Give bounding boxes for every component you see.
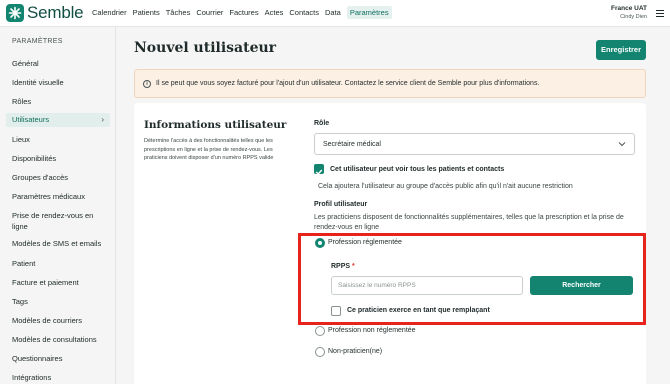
main-nav: Calendrier Patients Tâches Courrier Fact… bbox=[92, 6, 398, 19]
nav-courrier[interactable]: Courrier bbox=[196, 8, 223, 19]
sidebar-item-groupes-acces[interactable]: Groupes d'accès bbox=[6, 171, 110, 185]
nav-actes[interactable]: Actes bbox=[265, 8, 284, 19]
checkmark-icon bbox=[315, 169, 323, 176]
brand-name[interactable]: Semble bbox=[27, 3, 84, 23]
user-menu[interactable]: France UAT Cindy Dien bbox=[611, 5, 647, 20]
see-all-patients-help: Cela ajoutera l'utilisateur au groupe d'… bbox=[318, 183, 573, 190]
radio-profession-non-reglementee[interactable] bbox=[315, 326, 325, 336]
nav-patients[interactable]: Patients bbox=[133, 8, 160, 19]
sidebar-item-modeles-sms-emails[interactable]: Modèles de SMS et emails bbox=[6, 237, 110, 251]
save-button[interactable]: Enregistrer bbox=[596, 40, 646, 60]
info-icon: i bbox=[143, 80, 151, 88]
user-name: Cindy Dien bbox=[620, 14, 647, 20]
nav-data[interactable]: Data bbox=[325, 8, 341, 19]
settings-sidebar: PARAMÈTRES Général Identité visuelle Rôl… bbox=[0, 27, 116, 384]
alert-text: Il se peut que vous soyez facturé pour l… bbox=[156, 80, 540, 87]
radio-label-profession-non-reglementee[interactable]: Profession non réglementée bbox=[328, 327, 416, 334]
see-all-patients-label[interactable]: Cet utilisateur peut voir tous les patie… bbox=[330, 166, 504, 173]
radio-label-non-praticien[interactable]: Non-praticien(ne) bbox=[328, 348, 382, 355]
sidebar-item-questionnaires[interactable]: Questionnaires bbox=[6, 352, 110, 366]
sidebar-item-modeles-consultations[interactable]: Modèles de consultations bbox=[6, 333, 110, 347]
highlight-annotation-box bbox=[298, 233, 646, 325]
role-select[interactable]: Secrétaire médical bbox=[314, 133, 635, 155]
sidebar-item-lieux[interactable]: Lieux bbox=[6, 133, 110, 147]
sidebar-item-identite-visuelle[interactable]: Identité visuelle bbox=[6, 76, 110, 90]
sidebar-item-roles[interactable]: Rôles bbox=[6, 95, 110, 109]
sidebar-item-modeles-courriers[interactable]: Modèles de courriers bbox=[6, 314, 110, 328]
chevron-right-icon: › bbox=[101, 115, 104, 124]
sidebar-item-prise-rdv-en-ligne[interactable]: Prise de rendez-vous en ligne bbox=[6, 209, 106, 233]
sidebar-title: PARAMÈTRES bbox=[12, 38, 63, 45]
user-organisation: France UAT bbox=[611, 5, 647, 12]
chevron-down-icon bbox=[618, 142, 626, 147]
sidebar-item-label: Utilisateurs bbox=[12, 115, 50, 124]
nav-contacts[interactable]: Contacts bbox=[289, 8, 319, 19]
sidebar-item-utilisateurs[interactable]: Utilisateurs › bbox=[6, 113, 110, 127]
nav-calendrier[interactable]: Calendrier bbox=[92, 8, 127, 19]
profile-help: Les practiciens disposent de fonctionnal… bbox=[314, 214, 624, 231]
role-select-value: Secrétaire médical bbox=[323, 141, 381, 148]
nav-parametres[interactable]: Paramètres bbox=[346, 6, 392, 19]
nav-taches[interactable]: Tâches bbox=[166, 8, 191, 19]
sidebar-item-integrations[interactable]: Intégrations bbox=[6, 371, 110, 384]
radio-non-praticien[interactable] bbox=[315, 347, 325, 357]
sidebar-item-parametres-medicaux[interactable]: Paramètres médicaux bbox=[6, 190, 110, 204]
sidebar-item-disponibilites[interactable]: Disponibilités bbox=[6, 152, 110, 166]
sidebar-item-tags[interactable]: Tags bbox=[6, 295, 110, 309]
semble-logo-icon[interactable] bbox=[6, 4, 24, 22]
hamburger-menu-icon[interactable] bbox=[656, 10, 664, 17]
profile-label: Profil utilisateur bbox=[314, 201, 368, 208]
nav-factures[interactable]: Factures bbox=[229, 8, 258, 19]
sidebar-item-facture-paiement[interactable]: Facture et paiement bbox=[6, 276, 110, 290]
billing-alert: i Il se peut que vous soyez facturé pour… bbox=[134, 69, 646, 98]
page-title: Nouvel utilisateur bbox=[134, 40, 277, 56]
top-bar: Semble Calendrier Patients Tâches Courri… bbox=[0, 0, 670, 27]
section-title: Informations utilisateur bbox=[144, 119, 287, 131]
see-all-patients-checkbox[interactable] bbox=[314, 164, 324, 176]
sidebar-item-general[interactable]: Général bbox=[6, 57, 110, 71]
role-label: Rôle bbox=[314, 120, 330, 127]
section-description: Détermine l'accès à des fonctionnalités … bbox=[144, 138, 274, 161]
sidebar-item-patient[interactable]: Patient bbox=[6, 257, 110, 271]
